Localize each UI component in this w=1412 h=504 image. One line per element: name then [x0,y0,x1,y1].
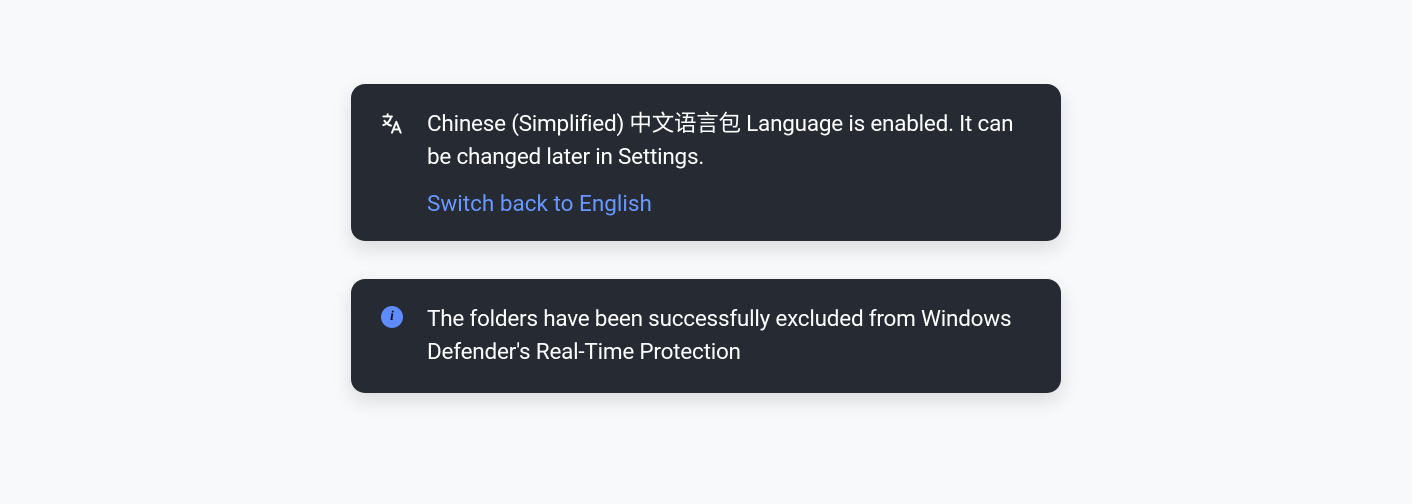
switch-english-link[interactable]: Switch back to English [427,191,652,217]
info-icon: i [379,303,405,328]
notification-message: Chinese (Simplified) 中文语言包 Language is e… [427,108,1033,173]
language-notification: Chinese (Simplified) 中文语言包 Language is e… [351,84,1061,241]
notification-content: The folders have been successfully exclu… [427,303,1033,368]
notification-message: The folders have been successfully exclu… [427,303,1033,368]
translate-icon [379,108,405,137]
defender-notification: i The folders have been successfully exc… [351,279,1061,392]
notification-content: Chinese (Simplified) 中文语言包 Language is e… [427,108,1033,217]
